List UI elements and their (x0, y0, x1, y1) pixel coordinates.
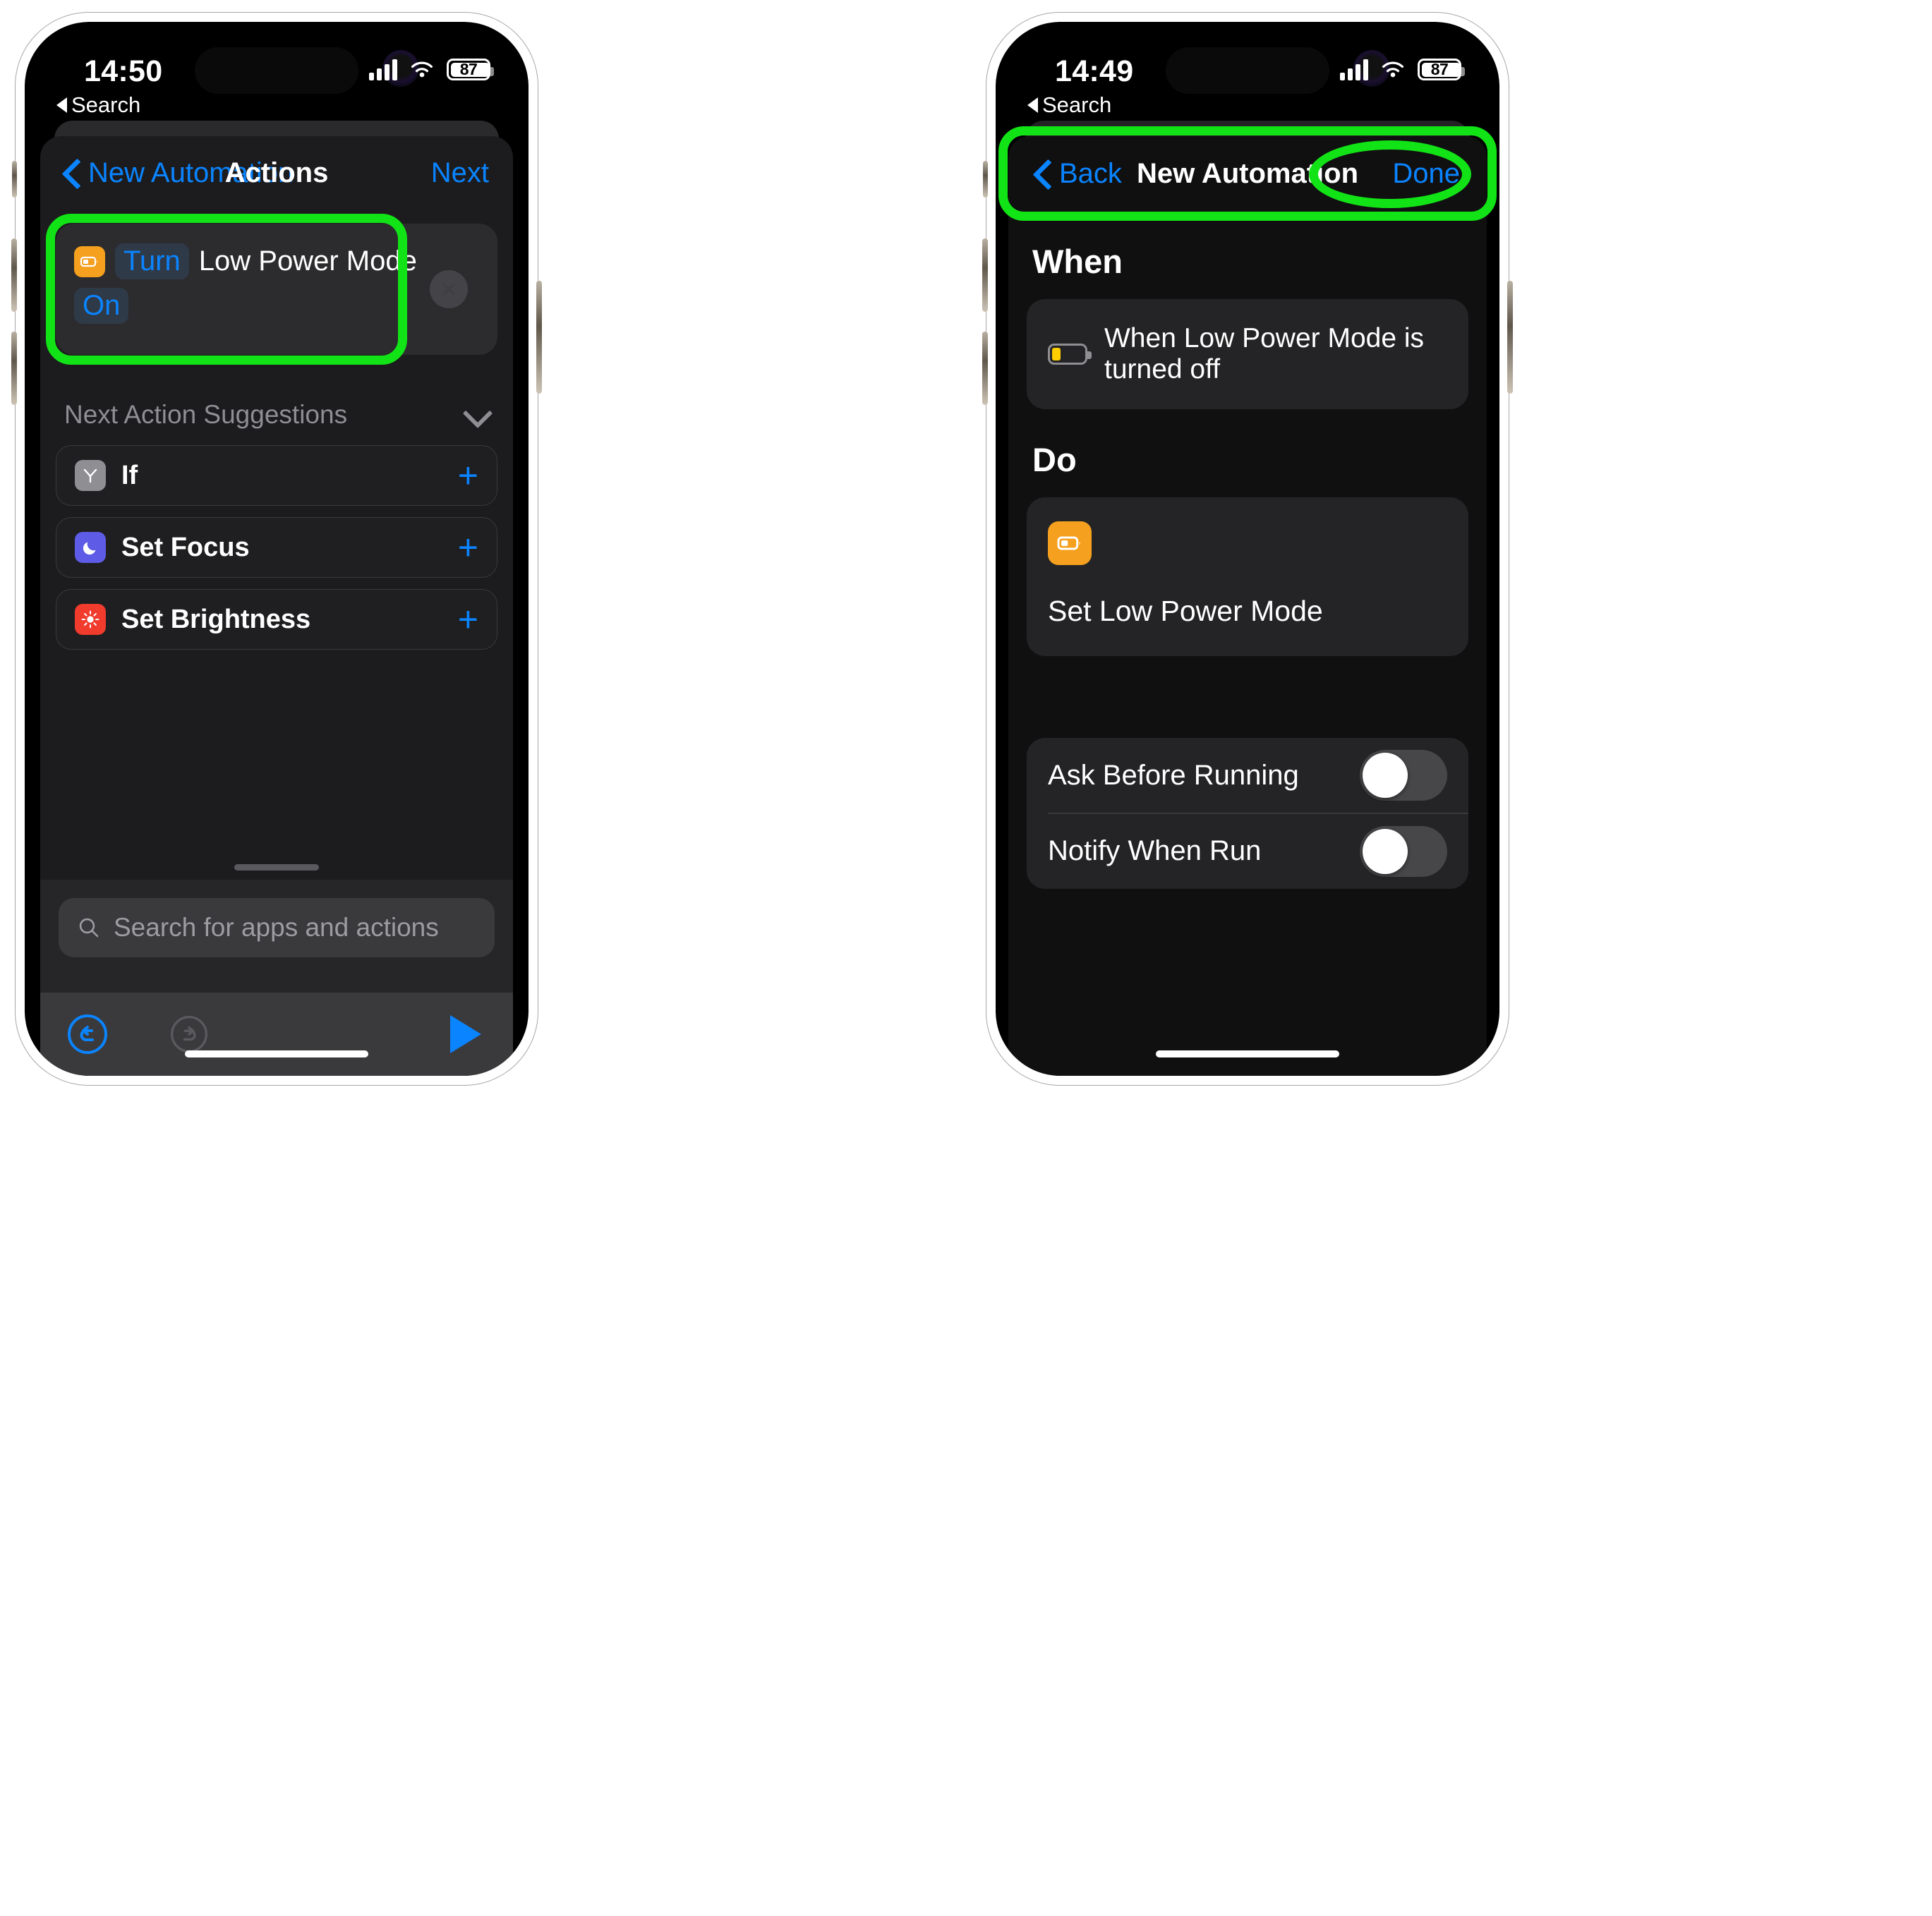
plus-icon[interactable]: + (458, 602, 478, 637)
search-placeholder: Search for apps and actions (114, 913, 439, 942)
search-container: Search for apps and actions (40, 864, 513, 993)
suggestion-label: Set Brightness (121, 604, 311, 634)
phone-right: Back New Automation Done When When Low P… (982, 13, 1513, 1085)
power-button[interactable] (536, 281, 542, 394)
screenshot-root: New Automation Actions Next Turn Low Pow… (0, 0, 1932, 1916)
suggestions-list: If + Set Focus + Set Brightness + (56, 445, 497, 650)
volume-down-button[interactable] (11, 332, 17, 405)
new-automation-sheet: Back New Automation Done When When Low P… (998, 126, 1497, 1076)
right-screen: Back New Automation Done When When Low P… (996, 22, 1499, 1076)
trigger-label: When Low Power Mode is turned off (1104, 323, 1425, 384)
phone-left: New Automation Actions Next Turn Low Pow… (11, 13, 542, 1085)
ask-before-running-toggle[interactable] (1360, 750, 1447, 801)
do-action-card[interactable]: Set Low Power Mode (1027, 497, 1468, 656)
battery-icon: 87 (1418, 59, 1465, 80)
moon-icon (75, 532, 106, 563)
right-status-bar: 14:49 Search 87 (996, 22, 1499, 135)
search-icon (79, 918, 99, 938)
back-triangle-icon (56, 97, 67, 113)
option-label: Notify When Run (1048, 835, 1262, 866)
plus-icon[interactable]: + (458, 458, 478, 493)
battery-low-icon (1048, 344, 1092, 365)
notify-when-run-toggle[interactable] (1360, 825, 1447, 877)
left-status-bar: 14:50 Search 87 (25, 22, 529, 135)
home-indicator[interactable] (185, 1050, 368, 1057)
action-verb-token[interactable]: Turn (115, 243, 189, 280)
suggestion-row-set-focus[interactable]: Set Focus + (56, 517, 497, 578)
battery-percent-label: 87 (1430, 60, 1449, 78)
plus-icon[interactable]: + (458, 530, 478, 565)
status-time: 14:50 (84, 54, 163, 88)
suggestion-row-if[interactable]: If + (56, 445, 497, 506)
action-card-turn-low-power-mode[interactable]: Turn Low Power Mode On (56, 224, 497, 355)
power-button[interactable] (1507, 281, 1513, 394)
undo-icon[interactable] (64, 1011, 111, 1057)
chevron-left-icon (1035, 161, 1049, 186)
actions-sheet: New Automation Actions Next Turn Low Pow… (40, 136, 513, 1076)
battery-icon: 87 (447, 59, 494, 80)
cellular-signal-icon (1340, 59, 1368, 80)
dynamic-island (195, 47, 358, 94)
wifi-icon (1382, 61, 1404, 77)
do-heading: Do (1032, 441, 1077, 478)
status-indicators: 87 (1340, 59, 1465, 80)
battery-percent-label: 87 (459, 60, 478, 78)
back-button[interactable]: Back (1035, 158, 1122, 190)
back-to-new-automation-button[interactable]: New Automation (64, 157, 294, 189)
chevron-left-icon (64, 160, 78, 186)
action-subject-label: Low Power Mode (198, 245, 417, 277)
suggestion-row-set-brightness[interactable]: Set Brightness + (56, 589, 497, 650)
status-indicators: 87 (369, 59, 494, 80)
editor-toolbar (40, 993, 513, 1076)
suggestion-label: Set Focus (121, 532, 250, 562)
close-icon[interactable] (430, 270, 468, 308)
action-state-token[interactable]: On (74, 288, 129, 325)
suggestions-title: Next Action Suggestions (64, 400, 348, 429)
option-row-ask-before-running[interactable]: Ask Before Running (1027, 738, 1468, 813)
next-action-suggestions-header[interactable]: Next Action Suggestions (40, 400, 513, 430)
back-triangle-icon (1027, 97, 1038, 113)
status-back-label: Search (1042, 92, 1112, 117)
low-power-mode-icon (74, 245, 105, 277)
low-power-mode-icon (1048, 521, 1092, 565)
wifi-icon (411, 61, 433, 77)
if-branch-icon (75, 460, 106, 491)
back-label: Back (1059, 157, 1122, 189)
status-time: 14:49 (1055, 54, 1134, 88)
suggestion-label: If (121, 460, 138, 490)
search-input[interactable]: Search for apps and actions (59, 898, 495, 957)
sun-icon (75, 604, 106, 635)
next-button[interactable]: Next (431, 157, 489, 189)
chevron-down-icon[interactable] (465, 403, 489, 427)
home-indicator[interactable] (1156, 1050, 1339, 1057)
dynamic-island (1166, 47, 1329, 94)
left-screen: New Automation Actions Next Turn Low Pow… (25, 22, 529, 1076)
left-navbar: New Automation Actions Next (40, 136, 513, 210)
cellular-signal-icon (369, 59, 397, 80)
back-label: New Automation (88, 157, 294, 188)
mute-switch[interactable] (12, 161, 17, 198)
when-heading: When (1032, 243, 1123, 280)
play-icon[interactable] (442, 1011, 489, 1057)
volume-up-button[interactable] (982, 238, 988, 312)
option-row-notify-when-run[interactable]: Notify When Run (1027, 814, 1468, 889)
option-label: Ask Before Running (1048, 759, 1299, 791)
action-card-area: Turn Low Power Mode On (46, 214, 497, 365)
right-navbar: Back New Automation Done (1008, 136, 1487, 211)
when-trigger-card[interactable]: When Low Power Mode is turned off (1027, 299, 1468, 409)
volume-down-button[interactable] (982, 332, 988, 405)
do-action-label: Set Low Power Mode (1048, 595, 1323, 627)
status-back-to-search[interactable]: Search (56, 92, 140, 118)
automation-options-card: Ask Before Running Notify When Run (998, 126, 1497, 889)
mute-switch[interactable] (983, 161, 988, 198)
sheet-grabber[interactable] (234, 864, 319, 871)
status-back-label: Search (71, 92, 141, 117)
status-back-to-search[interactable]: Search (1027, 92, 1111, 118)
done-button[interactable]: Done (1392, 158, 1460, 190)
volume-up-button[interactable] (11, 238, 17, 312)
